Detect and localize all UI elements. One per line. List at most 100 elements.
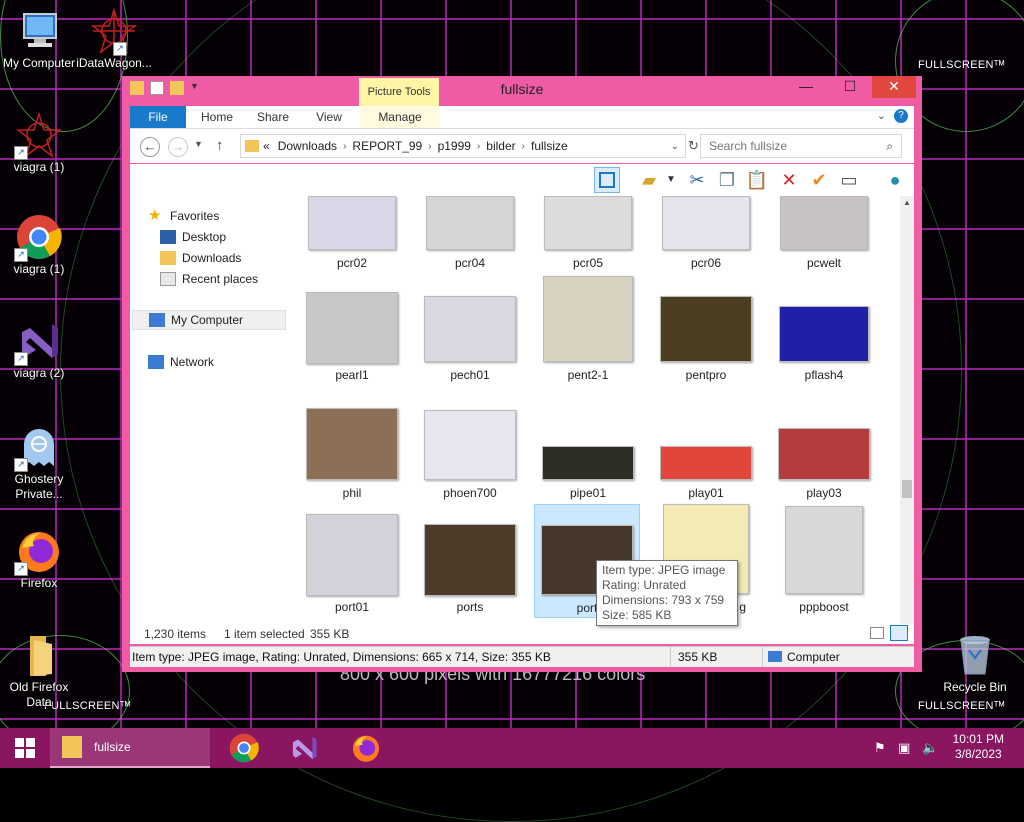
taskbar-firefox-button[interactable]	[344, 728, 388, 768]
file-name: pent2-1	[567, 368, 609, 382]
file-item[interactable]: pech01	[418, 292, 522, 402]
close-button[interactable]: ✕	[872, 76, 916, 98]
globe-icon[interactable]: ●	[882, 167, 908, 193]
vertical-scrollbar[interactable]: ▲ ▼	[900, 196, 914, 644]
file-item[interactable]: pentpro	[654, 292, 758, 402]
ribbon-expand-icon[interactable]: ⌄	[877, 109, 886, 122]
taskbar-visual-studio-button[interactable]	[282, 728, 326, 768]
desktop-icon-old-firefox-data[interactable]: Old Firefox Data	[0, 632, 81, 710]
network-icon	[148, 355, 164, 369]
shortcut-arrow-icon: ↗	[113, 42, 127, 56]
address-bar[interactable]: « Downloads › REPORT_99 › p1999 › bilder › f…	[240, 134, 686, 158]
desktop-icon-recycle-bin[interactable]: Recycle Bin	[933, 632, 1017, 695]
tab-file[interactable]: File	[130, 106, 186, 128]
nav-desktop[interactable]: Desktop	[160, 227, 226, 247]
chevron-down-icon[interactable]: ▼	[658, 167, 684, 193]
file-item[interactable]: phoen700	[418, 408, 522, 518]
tooltip-rating: Rating: Unrated	[602, 578, 687, 592]
recycle-bin-icon	[952, 632, 998, 678]
file-item[interactable]: pent2-1	[536, 276, 640, 386]
scrollbar-thumb[interactable]	[902, 480, 912, 498]
desktop-icon-firefox[interactable]: ↗ Firefox	[0, 528, 81, 591]
large-icons-view-icon[interactable]	[890, 625, 908, 641]
breadcrumb-p1999[interactable]: p1999	[438, 139, 471, 153]
help-icon[interactable]: ?	[894, 109, 908, 123]
taskbar-explorer-button[interactable]: fullsize	[50, 728, 210, 768]
title-bar[interactable]: ▼ Picture Tools fullsize — ☐ ✕	[122, 76, 922, 106]
tooltip-type: Item type: JPEG image	[602, 563, 726, 577]
file-item[interactable]: ports	[418, 514, 522, 624]
breadcrumb-downloads[interactable]: Downloads	[278, 139, 337, 153]
back-button[interactable]: ←	[140, 137, 160, 157]
folder-icon	[62, 736, 82, 758]
desktop-icon-idatawagon[interactable]: ↗ iDataWagon...	[72, 7, 156, 71]
scroll-up-icon[interactable]: ▲	[903, 198, 911, 207]
breadcrumb-fullsize[interactable]: fullsize	[531, 139, 568, 153]
refresh-icon[interactable]: ↻	[688, 138, 699, 154]
chevron-down-icon[interactable]: ⌄	[671, 141, 685, 152]
cut-icon[interactable]: ✂	[684, 167, 710, 193]
file-name: pppboost	[799, 600, 849, 614]
file-item[interactable]: pcwelt	[772, 196, 876, 306]
chrome-icon: ↗	[14, 214, 62, 262]
file-item[interactable]: port01	[300, 514, 404, 624]
file-item[interactable]: play03	[772, 408, 876, 518]
start-button[interactable]	[0, 728, 50, 768]
volume-icon[interactable]: 🔈	[922, 740, 938, 756]
file-item[interactable]: pearl1	[300, 292, 404, 402]
desktop-icon-ghostery[interactable]: ↗ Ghostery Private...	[0, 424, 81, 502]
desktop-icon-my-computer[interactable]: My Computer	[0, 8, 81, 71]
search-placeholder: Search fullsize	[709, 139, 788, 153]
desktop-icon-viagra-chrome[interactable]: ↗ viagra (1)	[0, 214, 81, 277]
up-button[interactable]: ↑	[216, 137, 224, 154]
file-name: pearl1	[335, 368, 369, 382]
file-item[interactable]: pipe01	[536, 408, 640, 518]
file-name: pentpro	[685, 368, 727, 382]
breadcrumb-bilder[interactable]: bilder	[486, 139, 515, 153]
file-item[interactable]: pppboost	[772, 504, 876, 614]
tab-share[interactable]: Share	[248, 106, 298, 128]
tab-home[interactable]: Home	[192, 106, 242, 128]
file-item[interactable]: phil	[300, 408, 404, 518]
file-name: ports	[456, 600, 484, 614]
paste-icon[interactable]: 📋	[744, 167, 770, 193]
nav-favorites[interactable]: ★ Favorites	[148, 206, 219, 226]
folder-icon	[245, 140, 259, 152]
shortcut-arrow-icon: ↗	[14, 562, 28, 576]
tab-manage[interactable]: Manage	[360, 106, 440, 128]
file-item[interactable]: pcr02	[300, 196, 404, 306]
nav-recent-places[interactable]: Recent places	[160, 269, 258, 289]
rename-icon[interactable]: ▭	[836, 167, 862, 193]
maximize-button[interactable]: ☐	[828, 76, 872, 98]
preview-pane-icon[interactable]	[594, 167, 620, 193]
chevron-right-icon: ›	[343, 140, 347, 152]
recent-locations-chevron-icon[interactable]: ▼	[194, 139, 203, 149]
minimize-button[interactable]: —	[784, 76, 828, 98]
file-item[interactable]: play01	[654, 408, 758, 518]
nav-downloads[interactable]: Downloads	[160, 248, 241, 268]
file-thumbnail	[543, 276, 633, 362]
breadcrumb-report-99[interactable]: REPORT_99	[352, 139, 422, 153]
details-view-icon[interactable]	[870, 627, 884, 639]
taskbar-chrome-button[interactable]	[222, 728, 266, 768]
network-icon[interactable]: ▣	[898, 740, 910, 756]
desktop-icon-label: viagra (1)	[13, 160, 65, 174]
desktop-icon-viagra-vs[interactable]: ↗ viagra (2)	[0, 318, 81, 381]
copy-icon[interactable]: ❐	[714, 167, 740, 193]
file-item[interactable]: pcr04	[418, 196, 522, 306]
file-item[interactable]: pcr06	[654, 196, 758, 306]
forward-button[interactable]: →	[168, 137, 188, 157]
shortcut-arrow-icon: ↗	[14, 248, 28, 262]
tab-view[interactable]: View	[304, 106, 354, 128]
nav-my-computer[interactable]: My Computer	[132, 310, 286, 330]
flag-icon[interactable]: ⚑	[874, 740, 886, 756]
file-item[interactable]: pflash4	[772, 292, 876, 402]
delete-icon[interactable]: ✕	[776, 167, 802, 193]
breadcrumb-prefix[interactable]: «	[263, 139, 270, 153]
search-input[interactable]: Search fullsize ⌕	[700, 134, 902, 158]
nav-network[interactable]: Network	[148, 352, 214, 372]
checkmark-icon[interactable]: ✔	[806, 167, 832, 193]
system-clock[interactable]: 10:01 PM 3/8/2023	[953, 732, 1004, 762]
desktop-icon-viagra-1[interactable]: ↗ viagra (1)	[0, 111, 81, 175]
item-count: 1,230 items	[144, 627, 207, 641]
